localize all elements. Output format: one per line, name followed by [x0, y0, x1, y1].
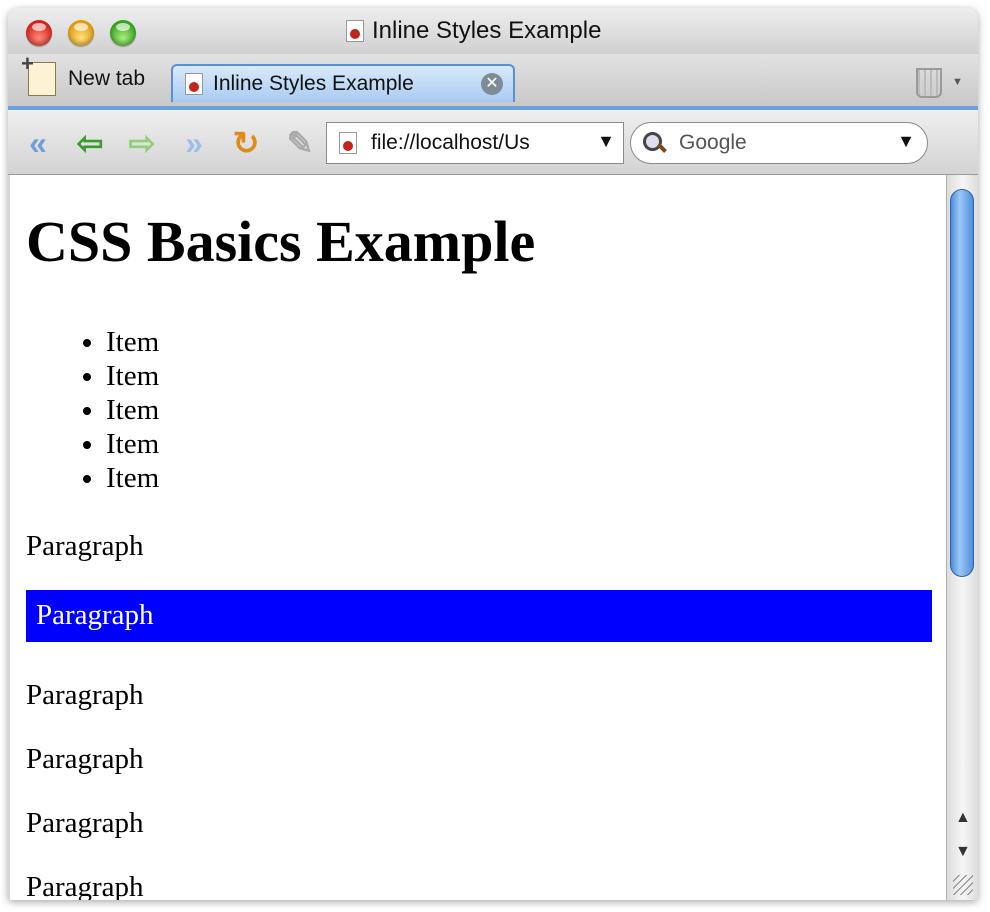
item-list: Item Item Item Item Item	[80, 325, 159, 495]
trash-icon[interactable]	[916, 68, 942, 98]
tab-label: Inline Styles Example	[213, 72, 414, 95]
search-field[interactable]: Google ▼	[630, 122, 928, 164]
page-icon	[346, 20, 364, 42]
tab-close-icon[interactable]: ✕	[481, 73, 503, 95]
scrollbar-thumb[interactable]	[950, 189, 974, 577]
paragraph: Paragraph	[26, 807, 144, 839]
scroll-down-icon[interactable]: ▼	[955, 843, 971, 861]
tab-page-icon	[185, 73, 203, 95]
list-item: Item	[106, 427, 159, 461]
search-icon	[643, 132, 665, 154]
minimize-window-button[interactable]	[68, 20, 94, 46]
new-tab-icon	[21, 51, 56, 96]
back-arrow-icon[interactable]: ⇦	[70, 125, 110, 161]
navigation-toolbar: « ⇦ ⇨ » ↻ ✎ file://localhost/Us ▼ Google…	[8, 110, 978, 175]
new-tab-label: New tab	[68, 67, 146, 90]
reload-icon[interactable]: ↻	[226, 125, 266, 161]
paragraph: Paragraph	[26, 530, 144, 562]
tab-inline-styles-example[interactable]: Inline Styles Example ✕	[171, 64, 515, 102]
url-dropdown-icon[interactable]: ▼	[597, 131, 615, 152]
rewind-icon[interactable]: «	[18, 125, 58, 161]
list-item: Item	[106, 359, 159, 393]
search-engine-dropdown-icon[interactable]: ▼	[897, 131, 915, 152]
list-item: Item	[106, 393, 159, 427]
zoom-window-button[interactable]	[110, 20, 136, 46]
new-tab-button[interactable]: New tab	[21, 51, 146, 96]
forward-arrow-icon[interactable]: ⇨	[122, 125, 162, 161]
trash-menu-icon[interactable]: ▼	[952, 76, 963, 88]
paragraph: Paragraph	[26, 743, 144, 775]
search-placeholder[interactable]: Google	[679, 131, 747, 155]
list-item: Item	[106, 325, 159, 359]
pencil-icon[interactable]: ✎	[280, 125, 320, 161]
window-title-text: Inline Styles Example	[372, 17, 602, 44]
close-window-button[interactable]	[26, 20, 52, 46]
title-bar: Inline Styles Example	[8, 8, 978, 54]
paragraph: Paragraph	[26, 679, 144, 711]
browser-window: Inline Styles Example New tab Inline Sty…	[8, 8, 978, 900]
page-content: CSS Basics Example Item Item Item Item I…	[10, 175, 946, 900]
vertical-scrollbar[interactable]: ▲ ▼	[946, 175, 978, 900]
page-heading: CSS Basics Example	[26, 209, 536, 274]
fast-forward-icon[interactable]: »	[174, 125, 214, 161]
list-item: Item	[106, 461, 159, 495]
tab-bar: New tab Inline Styles Example ✕ ▼	[8, 51, 978, 110]
url-page-icon	[339, 132, 357, 154]
resize-grip-icon[interactable]	[953, 875, 973, 895]
highlighted-paragraph: Paragraph	[26, 590, 932, 642]
scroll-up-icon[interactable]: ▲	[955, 809, 971, 827]
address-bar[interactable]: file://localhost/Us ▼	[326, 122, 624, 164]
paragraph: Paragraph	[26, 871, 144, 900]
url-text[interactable]: file://localhost/Us	[371, 131, 530, 155]
window-title: Inline Styles Example	[346, 17, 602, 44]
